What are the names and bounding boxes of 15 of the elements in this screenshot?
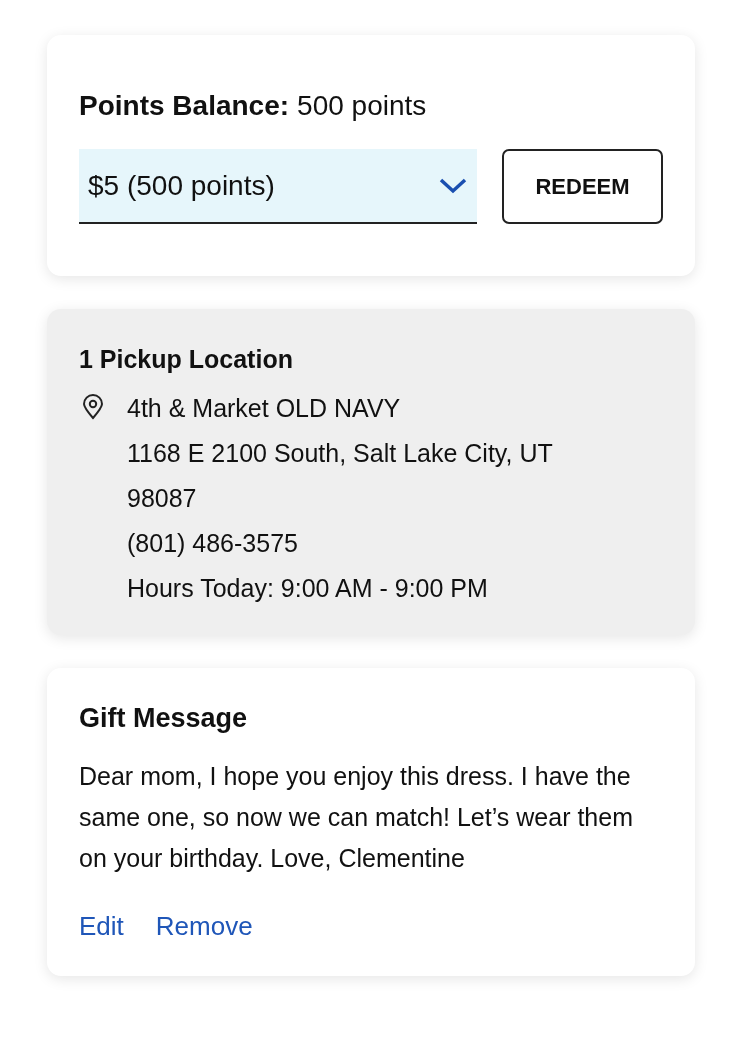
chevron-down-icon (439, 176, 467, 195)
reward-dropdown[interactable]: $5 (500 points) (79, 149, 477, 224)
location-pin-icon (81, 394, 105, 420)
action-link[interactable]: Remove (155, 911, 253, 942)
redeem-button[interactable]: REDEEM (502, 149, 663, 224)
balance-value: 500 points (297, 90, 427, 122)
store-address: 1168 E 2100 South, Salt Lake City, UT 98087 (127, 438, 554, 514)
store-name: 4th & Market OLD NAVY (127, 393, 402, 424)
section-title: 1 Pickup Location (79, 344, 294, 374)
store-hours: Hours Today: 9:00 AM - 9:00 PM (127, 573, 489, 604)
gift-message-text: Dear mom, I hope you enjoy this dress. I have the same one, so now we can match! Let’s wear them on your birthday. Love, Clementine (79, 761, 634, 874)
balance-label: Points Balance: (79, 90, 290, 122)
store-phone: (801) 486-3575 (127, 528, 299, 559)
action-link[interactable]: Edit (79, 911, 124, 942)
section-title: Gift Message (79, 702, 249, 734)
